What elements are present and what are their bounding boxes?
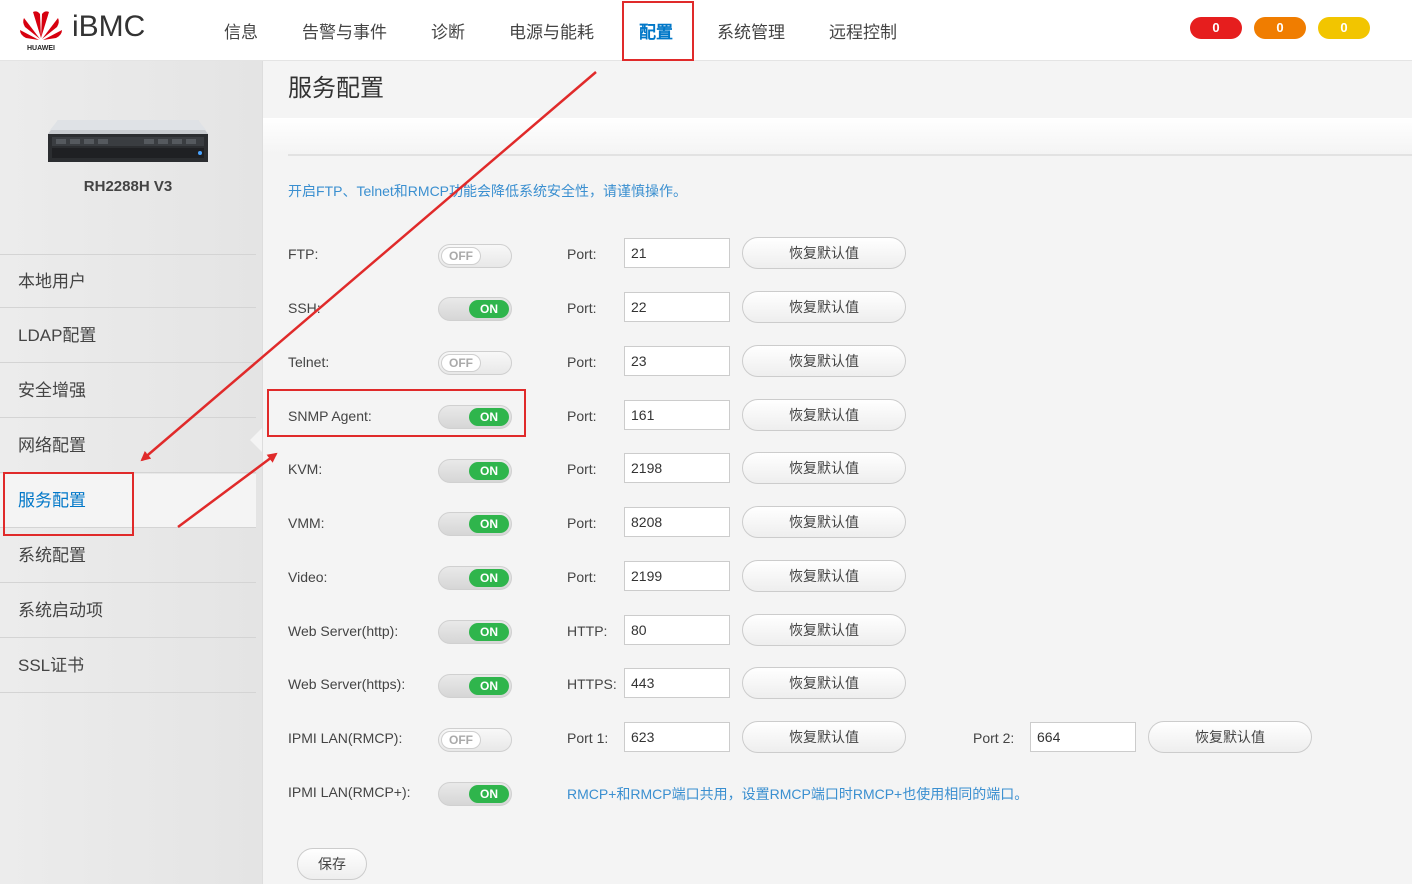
ssh-restore-button[interactable]: 恢复默认值 bbox=[742, 291, 906, 323]
telnet-toggle[interactable]: OFF bbox=[438, 351, 512, 375]
save-button[interactable]: 保存 bbox=[297, 848, 367, 880]
major-alarm-badge[interactable]: 0 bbox=[1254, 17, 1306, 39]
rmcp-label: IPMI LAN(RMCP): bbox=[288, 730, 403, 746]
video-label: Video: bbox=[288, 569, 328, 585]
annotation-box-snmp bbox=[267, 389, 526, 437]
rmcp-shared-note: RMCP+和RMCP端口共用，设置RMCP端口时RMCP+也使用相同的端口。 bbox=[567, 786, 1029, 802]
kvm-port-label: Port: bbox=[567, 461, 597, 477]
title-divider bbox=[288, 154, 1412, 156]
sidebar-item-system[interactable]: 系统配置 bbox=[0, 529, 256, 583]
nav-system-management[interactable]: 系统管理 bbox=[717, 18, 785, 43]
rmcp-port1-input[interactable] bbox=[624, 722, 730, 752]
ssh-label: SSH: bbox=[288, 300, 321, 316]
toggle-knob: ON bbox=[469, 569, 509, 587]
nav-info[interactable]: 信息 bbox=[224, 18, 258, 43]
top-header: HUAWEI iBMC 信息 告警与事件 诊断 电源与能耗 配置 系统管理 远程… bbox=[0, 0, 1412, 61]
minor-alarm-badge[interactable]: 0 bbox=[1318, 17, 1370, 39]
sidebar-item-local-users[interactable]: 本地用户 bbox=[0, 254, 256, 308]
nav-remote-control[interactable]: 远程控制 bbox=[829, 18, 897, 43]
active-item-pointer bbox=[250, 428, 262, 452]
https-restore-button[interactable]: 恢复默认值 bbox=[742, 667, 906, 699]
rmcp-plus-label: IPMI LAN(RMCP+): bbox=[288, 784, 411, 800]
video-restore-button[interactable]: 恢复默认值 bbox=[742, 560, 906, 592]
web-https-label: Web Server(https): bbox=[288, 676, 406, 692]
ftp-port-input[interactable] bbox=[624, 238, 730, 268]
vmm-restore-button[interactable]: 恢复默认值 bbox=[742, 506, 906, 538]
sidebar-item-security[interactable]: 安全增强 bbox=[0, 364, 256, 418]
rmcp-port1-label: Port 1: bbox=[567, 730, 609, 746]
ftp-port-label: Port: bbox=[567, 246, 597, 262]
security-notice: 开启FTP、Telnet和RMCP功能会降低系统安全性，请谨慎操作。 bbox=[288, 183, 688, 199]
rmcp-toggle[interactable]: OFF bbox=[438, 728, 512, 752]
snmp-port-label: Port: bbox=[567, 408, 597, 424]
brand-text: HUAWEI bbox=[27, 45, 55, 52]
app-name: iBMC bbox=[72, 10, 146, 43]
video-port-label: Port: bbox=[567, 569, 597, 585]
https-port-label: HTTPS: bbox=[567, 676, 617, 692]
nav-power[interactable]: 电源与能耗 bbox=[509, 18, 594, 43]
telnet-port-label: Port: bbox=[567, 354, 597, 370]
rmcp-port2-input[interactable] bbox=[1030, 722, 1136, 752]
toggle-knob: OFF bbox=[441, 354, 481, 372]
ftp-restore-button[interactable]: 恢复默认值 bbox=[742, 237, 906, 269]
toggle-knob: ON bbox=[469, 785, 509, 803]
title-band bbox=[263, 118, 1412, 154]
huawei-logo: HUAWEI bbox=[20, 11, 62, 52]
web-http-label: Web Server(http): bbox=[288, 623, 399, 639]
sidebar-item-boot[interactable]: 系统启动项 bbox=[0, 584, 256, 638]
sidebar-item-ssl[interactable]: SSL证书 bbox=[0, 639, 256, 693]
vmm-port-label: Port: bbox=[567, 515, 597, 531]
http-restore-button[interactable]: 恢复默认值 bbox=[742, 614, 906, 646]
rmcp-plus-toggle[interactable]: ON bbox=[438, 782, 512, 806]
toggle-knob: ON bbox=[469, 515, 509, 533]
annotation-box-config-nav bbox=[622, 1, 694, 61]
web-https-toggle[interactable]: ON bbox=[438, 674, 512, 698]
snmp-restore-button[interactable]: 恢复默认值 bbox=[742, 399, 906, 431]
http-port-label: HTTP: bbox=[567, 623, 608, 639]
toggle-knob: ON bbox=[469, 300, 509, 318]
kvm-toggle[interactable]: ON bbox=[438, 459, 512, 483]
web-http-toggle[interactable]: ON bbox=[438, 620, 512, 644]
kvm-port-input[interactable] bbox=[624, 453, 730, 483]
ssh-port-label: Port: bbox=[567, 300, 597, 316]
telnet-port-input[interactable] bbox=[624, 346, 730, 376]
sidebar-item-ldap[interactable]: LDAP配置 bbox=[0, 309, 256, 363]
server-image bbox=[48, 120, 208, 162]
toggle-knob: OFF bbox=[441, 247, 481, 265]
toggle-knob: ON bbox=[469, 623, 509, 641]
https-port-input[interactable] bbox=[624, 668, 730, 698]
vmm-label: VMM: bbox=[288, 515, 325, 531]
video-toggle[interactable]: ON bbox=[438, 566, 512, 590]
toggle-knob: OFF bbox=[441, 731, 481, 749]
sidebar-item-network[interactable]: 网络配置 bbox=[0, 419, 256, 473]
telnet-restore-button[interactable]: 恢复默认值 bbox=[742, 345, 906, 377]
rmcp-port2-label: Port 2: bbox=[973, 730, 1015, 746]
ftp-toggle[interactable]: OFF bbox=[438, 244, 512, 268]
critical-alarm-badge[interactable]: 0 bbox=[1190, 17, 1242, 39]
ftp-label: FTP: bbox=[288, 246, 319, 262]
rmcp-port1-restore-button[interactable]: 恢复默认值 bbox=[742, 721, 906, 753]
nav-alarms-events[interactable]: 告警与事件 bbox=[302, 18, 387, 43]
vmm-port-input[interactable] bbox=[624, 507, 730, 537]
rmcp-port2-restore-button[interactable]: 恢复默认值 bbox=[1148, 721, 1312, 753]
ssh-port-input[interactable] bbox=[624, 292, 730, 322]
http-port-input[interactable] bbox=[624, 615, 730, 645]
snmp-port-input[interactable] bbox=[624, 400, 730, 430]
ssh-toggle[interactable]: ON bbox=[438, 297, 512, 321]
vmm-toggle[interactable]: ON bbox=[438, 512, 512, 536]
telnet-label: Telnet: bbox=[288, 354, 330, 370]
kvm-label: KVM: bbox=[288, 461, 323, 477]
toggle-knob: ON bbox=[469, 462, 509, 480]
annotation-box-service-config bbox=[3, 472, 134, 536]
nav-diagnosis[interactable]: 诊断 bbox=[431, 18, 465, 43]
page-title: 服务配置 bbox=[288, 75, 384, 102]
video-port-input[interactable] bbox=[624, 561, 730, 591]
kvm-restore-button[interactable]: 恢复默认值 bbox=[742, 452, 906, 484]
toggle-knob: ON bbox=[469, 677, 509, 695]
server-model: RH2288H V3 bbox=[83, 178, 173, 195]
